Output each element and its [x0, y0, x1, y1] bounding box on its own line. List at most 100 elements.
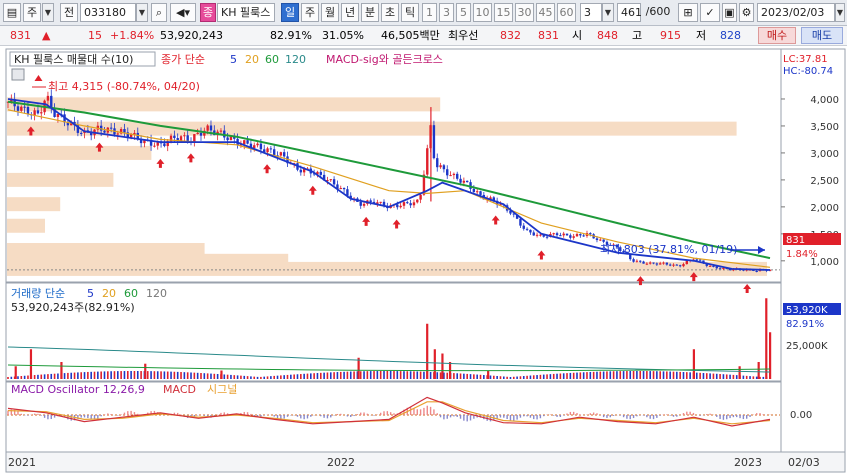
- interval-5[interactable]: 5: [456, 3, 471, 22]
- volume-bar: [642, 371, 645, 379]
- date-input[interactable]: 2023/02/03: [757, 3, 835, 22]
- volume-legend-60: 60: [124, 287, 138, 300]
- candle-body: [555, 233, 559, 236]
- volume-bar: [133, 371, 136, 379]
- legend-ma5: 5: [230, 53, 237, 66]
- volume-bar: [243, 375, 246, 379]
- price-tick-label: 2,000: [810, 203, 839, 214]
- volume-bar: [123, 371, 126, 379]
- macd-osc-bar: [320, 415, 322, 417]
- volume-bar: [266, 376, 269, 379]
- candle-body: [652, 262, 655, 264]
- grid-settings-icon[interactable]: ⊞: [678, 3, 698, 22]
- volume-bar: [33, 375, 36, 379]
- volume-bar: [662, 371, 665, 379]
- macd-osc-bar: [553, 415, 555, 416]
- volume-bar: [226, 374, 229, 379]
- candle-body: [26, 106, 30, 115]
- volume-bar: [83, 372, 86, 379]
- candle-body: [396, 204, 399, 208]
- date-dropdown-icon[interactable]: ▼: [835, 3, 845, 22]
- volume-bar: [140, 371, 142, 379]
- volume-profile-row: [7, 218, 45, 233]
- macd-osc-bar: [566, 413, 568, 415]
- sell-button[interactable]: 매도: [801, 27, 843, 44]
- volume-bar: [156, 371, 159, 379]
- candle-body: [259, 143, 263, 150]
- macd-osc-bar: [456, 415, 458, 417]
- macd-osc-bar: [459, 415, 462, 419]
- period-week[interactable]: 주: [301, 3, 319, 22]
- market-toggle[interactable]: 주: [23, 3, 41, 22]
- volume-bar: [113, 371, 116, 379]
- volume-bar: [512, 376, 515, 379]
- volume-spike-bar: [441, 353, 444, 379]
- market-dropdown-icon[interactable]: ▼: [42, 3, 54, 22]
- table-icon[interactable]: [11, 68, 25, 81]
- volume-bar: [552, 373, 555, 379]
- volume-tag-pct: 82.91%: [786, 319, 824, 330]
- symbol-search-icon[interactable]: ▤: [3, 3, 21, 22]
- count-select[interactable]: 3: [580, 3, 602, 22]
- stock-chart[interactable]: 4,0003,5003,0002,5002,0001,5001,000 KH 필…: [0, 47, 847, 473]
- sound-icon[interactable]: ◀▾: [170, 3, 196, 22]
- volume-bar: [549, 374, 552, 379]
- period-year[interactable]: 년: [341, 3, 359, 22]
- volume-bar: [379, 371, 382, 379]
- interval-3[interactable]: 3: [439, 3, 454, 22]
- save-icon[interactable]: ▣: [722, 3, 737, 22]
- volume-value-line: 53,920,243주(82.91%): [11, 301, 135, 314]
- interval-15[interactable]: 15: [494, 3, 513, 22]
- volume-spike-bar: [144, 363, 147, 379]
- lc-label: LC:37.81: [783, 54, 828, 65]
- volume-bar: [216, 374, 219, 379]
- macd-osc-bar: [379, 412, 382, 415]
- candle-body: [362, 203, 366, 206]
- interval-30[interactable]: 30: [515, 3, 534, 22]
- macd-osc-bar: [523, 415, 525, 417]
- interval-10[interactable]: 10: [473, 3, 492, 22]
- macd-osc-bar: [323, 415, 325, 418]
- candle-body: [173, 135, 176, 139]
- period-minute[interactable]: 분: [361, 3, 379, 22]
- interval-45[interactable]: 45: [536, 3, 555, 22]
- macd-osc-bar: [423, 407, 425, 415]
- macd-osc-bar: [672, 415, 675, 417]
- period-month[interactable]: 월: [321, 3, 339, 22]
- volume-bar: [632, 371, 635, 379]
- paging-input[interactable]: 461: [617, 3, 642, 22]
- period-second[interactable]: 초: [381, 3, 399, 22]
- chart-area[interactable]: 4,0003,5003,0002,5002,0001,5001,000 KH 필…: [0, 47, 847, 473]
- volume-bar: [136, 371, 139, 379]
- macd-legend-title: MACD Oscillator 12,26,9: [11, 383, 145, 396]
- count-dropdown-icon[interactable]: ▼: [602, 3, 614, 22]
- volume-value: 53,920,243: [160, 29, 223, 42]
- code-input[interactable]: 033180: [80, 3, 136, 22]
- period-day[interactable]: 일: [281, 3, 299, 22]
- volume-bar: [190, 372, 192, 379]
- period-tick[interactable]: 틱: [401, 3, 419, 22]
- interval-1[interactable]: 1: [422, 3, 437, 22]
- volume-bar: [7, 377, 9, 379]
- volume-bar: [270, 376, 272, 379]
- volume-bar: [43, 374, 46, 379]
- code-dropdown-icon[interactable]: ▼: [136, 3, 148, 22]
- candle-body: [319, 171, 322, 175]
- gear-icon[interactable]: ⚙: [739, 3, 754, 22]
- chart-check-icon[interactable]: ✓: [700, 3, 720, 22]
- macd-osc-bar: [446, 415, 448, 419]
- volume-spike-bar: [765, 298, 768, 379]
- volume-bar: [10, 376, 13, 379]
- search-icon[interactable]: ⌕: [151, 3, 167, 22]
- candle-body: [456, 173, 459, 179]
- macd-osc-bar: [636, 415, 638, 417]
- volume-bar: [97, 371, 99, 379]
- interval-60[interactable]: 60: [557, 3, 576, 22]
- volume-bar: [383, 371, 385, 379]
- buy-button[interactable]: 매수: [758, 27, 796, 44]
- turnover-ratio: 31.05%: [322, 29, 364, 42]
- range-toggle[interactable]: 전: [60, 3, 78, 22]
- volume-bar: [419, 371, 422, 379]
- candle-body: [595, 238, 599, 241]
- stock-name-field[interactable]: KH 필룩스: [217, 3, 275, 22]
